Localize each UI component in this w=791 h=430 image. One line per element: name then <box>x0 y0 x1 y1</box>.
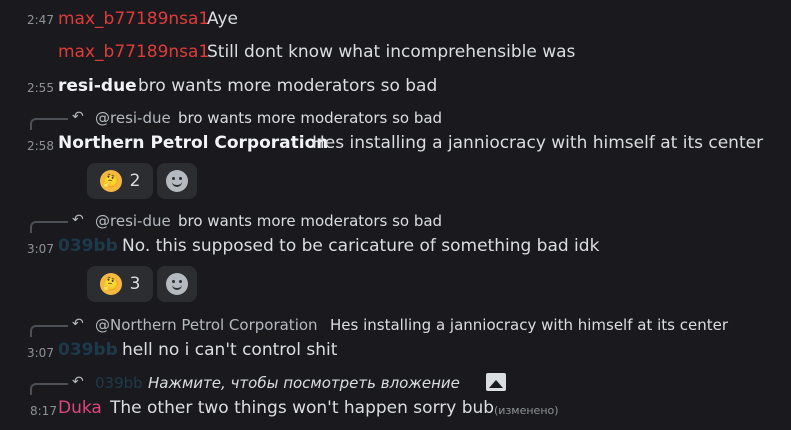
reply-preview-text[interactable]: bro wants more moderators so bad <box>178 109 442 127</box>
reply-connector <box>30 325 68 337</box>
timestamp: 3:07 <box>27 346 54 360</box>
reaction-thinking[interactable]: 🤔 3 <box>87 266 153 302</box>
thinking-face-icon: 🤔 <box>99 273 122 295</box>
message-text: bro wants more moderators so bad <box>138 76 438 96</box>
reply-arrow-icon: ↶ <box>72 212 84 228</box>
reply-arrow-icon: ↶ <box>72 109 84 125</box>
timestamp: 8:17 <box>30 404 57 418</box>
reply-attachment-text[interactable]: Нажмите, чтобы посмотреть вложение <box>148 374 460 392</box>
reply-connector <box>30 118 68 130</box>
message-text: No. this supposed to be caricature of so… <box>122 236 600 256</box>
image-icon[interactable] <box>486 373 506 395</box>
author-name[interactable]: Northern Petrol Corporation <box>58 133 328 153</box>
timestamp: 3:07 <box>27 242 54 256</box>
reply-arrow-icon: ↶ <box>72 316 84 332</box>
reply-connector <box>30 221 68 233</box>
message-text: Still dont know what incomprehensible wa… <box>207 42 576 62</box>
author-name[interactable]: resi-due <box>58 76 137 96</box>
reply-author[interactable]: @resi-due <box>95 212 171 230</box>
message-text: Hes installing a janniocracy with himsel… <box>312 133 764 153</box>
reply-author[interactable]: @Northern Petrol Corporation <box>95 316 318 334</box>
message-text: The other two things won't happen sorry … <box>110 398 495 418</box>
author-name[interactable]: 039bb <box>58 236 118 256</box>
reply-author[interactable]: 039bb <box>95 374 143 392</box>
reply-arrow-icon: ↶ <box>72 374 84 390</box>
add-reaction-button[interactable] <box>157 266 197 302</box>
edited-label: (изменено) <box>494 404 559 417</box>
timestamp: 2:47 <box>27 13 54 27</box>
author-name[interactable]: max_b77189nsa1 <box>58 42 209 62</box>
author-name[interactable]: Duka <box>58 398 102 418</box>
reply-preview-text[interactable]: bro wants more moderators so bad <box>178 212 442 230</box>
add-reaction-button[interactable] <box>157 163 197 199</box>
smiley-icon <box>166 273 188 295</box>
reaction-count: 3 <box>129 274 141 294</box>
reply-connector <box>30 383 68 395</box>
message-text: Aye <box>207 9 238 29</box>
smiley-icon <box>166 170 188 192</box>
author-name[interactable]: max_b77189nsa1 <box>58 9 209 29</box>
message-text: hell no i can't control shit <box>122 340 338 360</box>
thinking-face-icon: 🤔 <box>99 170 122 192</box>
reaction-thinking[interactable]: 🤔 2 <box>87 163 153 199</box>
timestamp: 2:55 <box>27 81 54 95</box>
reply-preview-text[interactable]: Hes installing a janniocracy with himsel… <box>330 316 728 334</box>
reply-author[interactable]: @resi-due <box>95 109 171 127</box>
timestamp: 2:58 <box>27 139 54 153</box>
author-name[interactable]: 039bb <box>58 340 118 360</box>
reaction-count: 2 <box>129 171 141 191</box>
